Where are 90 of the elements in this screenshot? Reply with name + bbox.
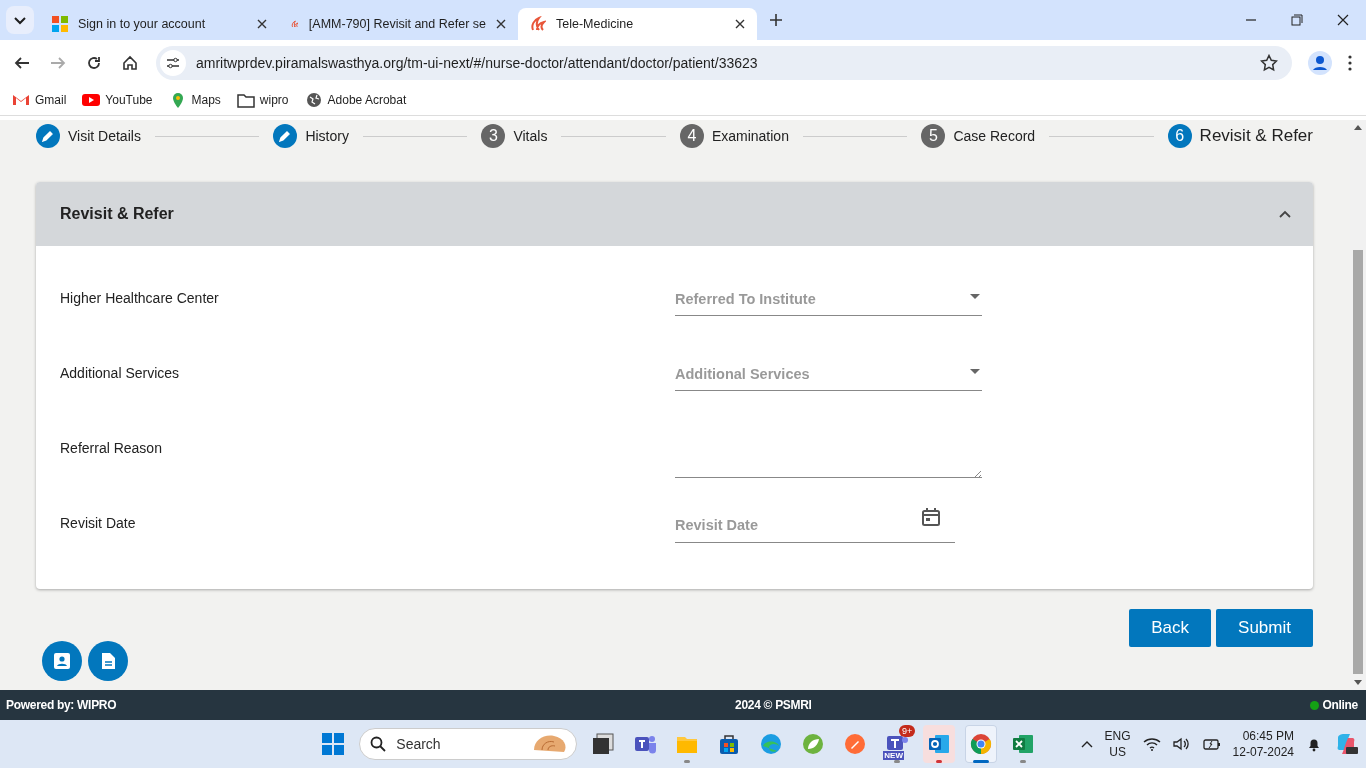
mail-icon xyxy=(927,732,952,756)
stepper-step[interactable]: 3 Vitals xyxy=(481,124,548,148)
action-button[interactable]: Submit xyxy=(1216,609,1313,647)
running-indicator xyxy=(936,760,943,763)
running-indicator xyxy=(1020,760,1027,763)
windows-start-icon[interactable] xyxy=(321,732,346,756)
stepper-step[interactable]: History xyxy=(273,124,349,148)
footer-text: Powered by: WIPRO xyxy=(6,698,117,712)
panel-header[interactable]: Revisit & Refer xyxy=(36,182,1313,246)
profile-avatar-icon[interactable] xyxy=(1308,50,1332,75)
bookmark[interactable]: Maps xyxy=(168,92,221,108)
chevron-up-icon[interactable] xyxy=(1080,740,1093,748)
play-icon xyxy=(82,92,101,108)
taskbar-app[interactable] xyxy=(965,725,998,763)
chrome-icon xyxy=(969,732,994,756)
close-icon[interactable] xyxy=(496,19,506,29)
wifi-icon[interactable] xyxy=(1142,737,1161,751)
running-indicator xyxy=(894,760,901,763)
site-settings-icon[interactable] xyxy=(160,49,186,76)
status-text: Online xyxy=(1322,698,1358,712)
tab-list-caret-icon[interactable] xyxy=(6,6,34,34)
bookmark[interactable]: Gmail xyxy=(12,92,67,108)
stepper-step[interactable]: 4 Examination xyxy=(679,124,789,148)
browser-tab[interactable]: Sign in to your account xyxy=(40,8,279,40)
restore-icon[interactable] xyxy=(1291,14,1303,26)
search-icon xyxy=(370,736,387,752)
four-squares-icon xyxy=(52,16,68,32)
browser-tab[interactable]: Tele-Medicine xyxy=(518,8,757,40)
resize-handle-icon xyxy=(973,470,981,478)
stepper-step[interactable]: Visit Details xyxy=(36,124,141,148)
contact-card-icon[interactable] xyxy=(42,641,82,681)
panel-title: Revisit & Refer xyxy=(60,205,174,223)
taskbar-app[interactable]: 9+ NEW xyxy=(881,725,914,763)
home-icon[interactable] xyxy=(122,54,138,71)
back-arrow-icon[interactable] xyxy=(14,54,30,71)
tab-title: Sign in to your account xyxy=(78,17,206,31)
footer-text: 2024 © PSMRI xyxy=(735,698,812,712)
bookmark[interactable]: YouTube xyxy=(82,92,153,108)
clock[interactable]: 06:45 PM 12-07-2024 xyxy=(1232,728,1294,760)
star-icon[interactable] xyxy=(1260,53,1278,72)
battery-icon[interactable] xyxy=(1202,737,1221,751)
stepper-step[interactable]: 6 Revisit & Refer xyxy=(1167,124,1313,148)
tab-title: [AMM-790] Revisit and Refer se xyxy=(308,17,486,31)
browser-tab[interactable]: [AMM-790] Revisit and Refer se xyxy=(279,8,518,40)
globe-icon xyxy=(304,92,323,108)
scrollbar-thumb[interactable] xyxy=(1353,250,1363,674)
close-icon[interactable] xyxy=(735,19,745,29)
leaf-icon xyxy=(801,732,826,756)
window-stack-icon xyxy=(591,732,616,756)
swirl-icon xyxy=(759,732,784,756)
caret-down-icon xyxy=(970,294,980,299)
more-menu-icon[interactable] xyxy=(1348,54,1352,71)
language-indicator[interactable]: ENG US xyxy=(1104,728,1131,760)
address-bar[interactable]: amritwprdev.piramalswasthya.org/tm-ui-next/#/nurse-doctor/attendant/doctor/patient/33623 xyxy=(156,45,1292,80)
running-indicator xyxy=(973,760,990,763)
field-label: Revisit Date xyxy=(60,514,137,531)
running-indicator xyxy=(684,760,691,763)
step-number: 6 xyxy=(1167,124,1192,148)
field-label: Referral Reason xyxy=(60,439,163,456)
step-number: 4 xyxy=(679,124,704,148)
document-icon[interactable] xyxy=(88,641,128,681)
reload-icon[interactable] xyxy=(86,54,102,71)
field-label: Higher Healthcare Center xyxy=(60,289,220,306)
step-number: 5 xyxy=(921,124,946,148)
notification-badge: 9+ xyxy=(899,725,916,737)
step-number: 3 xyxy=(481,124,506,148)
url-text: amritwprdev.piramalswasthya.org/tm-ui-next/#/nurse-doctor/attendant/doctor/patient/33623 xyxy=(196,54,758,71)
spreadsheet-icon xyxy=(1011,732,1036,756)
plus-icon[interactable] xyxy=(769,13,783,27)
tab-title: Tele-Medicine xyxy=(556,17,634,31)
action-button[interactable]: Back xyxy=(1129,609,1212,647)
envelope-icon xyxy=(12,92,30,108)
new-tag: NEW xyxy=(883,751,904,760)
search-field[interactable]: Search xyxy=(359,728,578,760)
taskbar-app[interactable] xyxy=(923,725,956,763)
calendar-icon[interactable] xyxy=(921,506,941,527)
field-label: Additional Services xyxy=(60,364,181,381)
chevron-up-icon[interactable] xyxy=(1279,210,1291,218)
bookmark[interactable]: Adobe Acrobat xyxy=(304,92,407,108)
close-icon[interactable] xyxy=(1337,14,1349,26)
close-icon[interactable] xyxy=(257,19,267,29)
rocket-icon xyxy=(843,732,868,756)
folder-icon xyxy=(236,92,255,108)
scroll-up-icon xyxy=(1354,124,1362,130)
bookmark[interactable]: wipro xyxy=(236,92,289,108)
scroll-down-icon xyxy=(1354,680,1362,686)
speaker-icon[interactable] xyxy=(1172,737,1191,751)
stepper-step[interactable]: 5 Case Record xyxy=(921,124,1036,148)
flame-icon xyxy=(530,16,546,32)
caret-down-icon xyxy=(970,369,980,374)
